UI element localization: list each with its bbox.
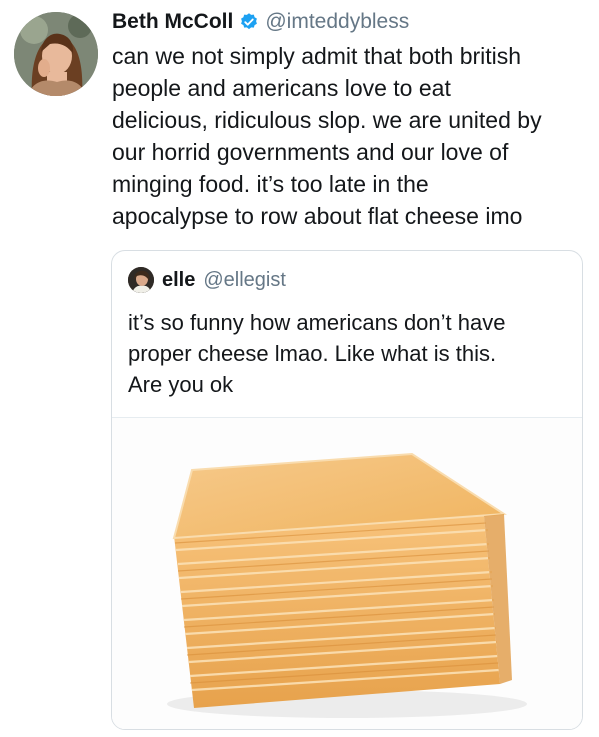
quoted-tweet-media[interactable] <box>112 417 582 729</box>
author-avatar[interactable] <box>14 12 98 96</box>
quoted-text-line: Are you ok <box>128 372 234 397</box>
cheese-slices-photo-icon <box>112 418 582 729</box>
tweet-header: Beth McColl @imteddybless <box>112 8 409 36</box>
quoted-avatar-photo-icon <box>128 267 154 293</box>
tweet-text-line: can we not simply admit that both britis… <box>112 43 522 69</box>
avatar-photo-icon <box>14 12 98 96</box>
tweet-text-line: people and americans love to eat <box>112 75 451 101</box>
tweet-text-line: our horrid governments and our love of <box>112 139 509 165</box>
quoted-author-avatar[interactable] <box>128 267 154 293</box>
tweet-text-line: delicious, ridiculous slop. we are unite… <box>112 107 542 133</box>
quoted-tweet-card[interactable]: elle @ellegist it’s so funny how america… <box>111 250 583 730</box>
tweet-text: can we not simply admit that both britis… <box>112 40 582 232</box>
quoted-author-name[interactable]: elle <box>162 269 195 292</box>
tweet-text-line: minging food. it’s too late in the <box>112 171 429 197</box>
tweet-text-line: apocalypse to row about flat cheese imo <box>112 203 523 229</box>
quoted-text-line: it’s so funny how americans don’t have <box>128 310 506 335</box>
quoted-tweet-header: elle @ellegist <box>128 267 286 293</box>
quoted-author-handle[interactable]: @ellegist <box>203 269 286 292</box>
author-handle[interactable]: @imteddybless <box>265 8 409 36</box>
quoted-text-line: proper cheese lmao. Like what is this. <box>128 341 497 366</box>
quoted-tweet-text: it’s so funny how americans don’t have p… <box>128 307 568 400</box>
author-name[interactable]: Beth McColl <box>112 8 233 36</box>
verified-badge-icon <box>241 13 258 30</box>
